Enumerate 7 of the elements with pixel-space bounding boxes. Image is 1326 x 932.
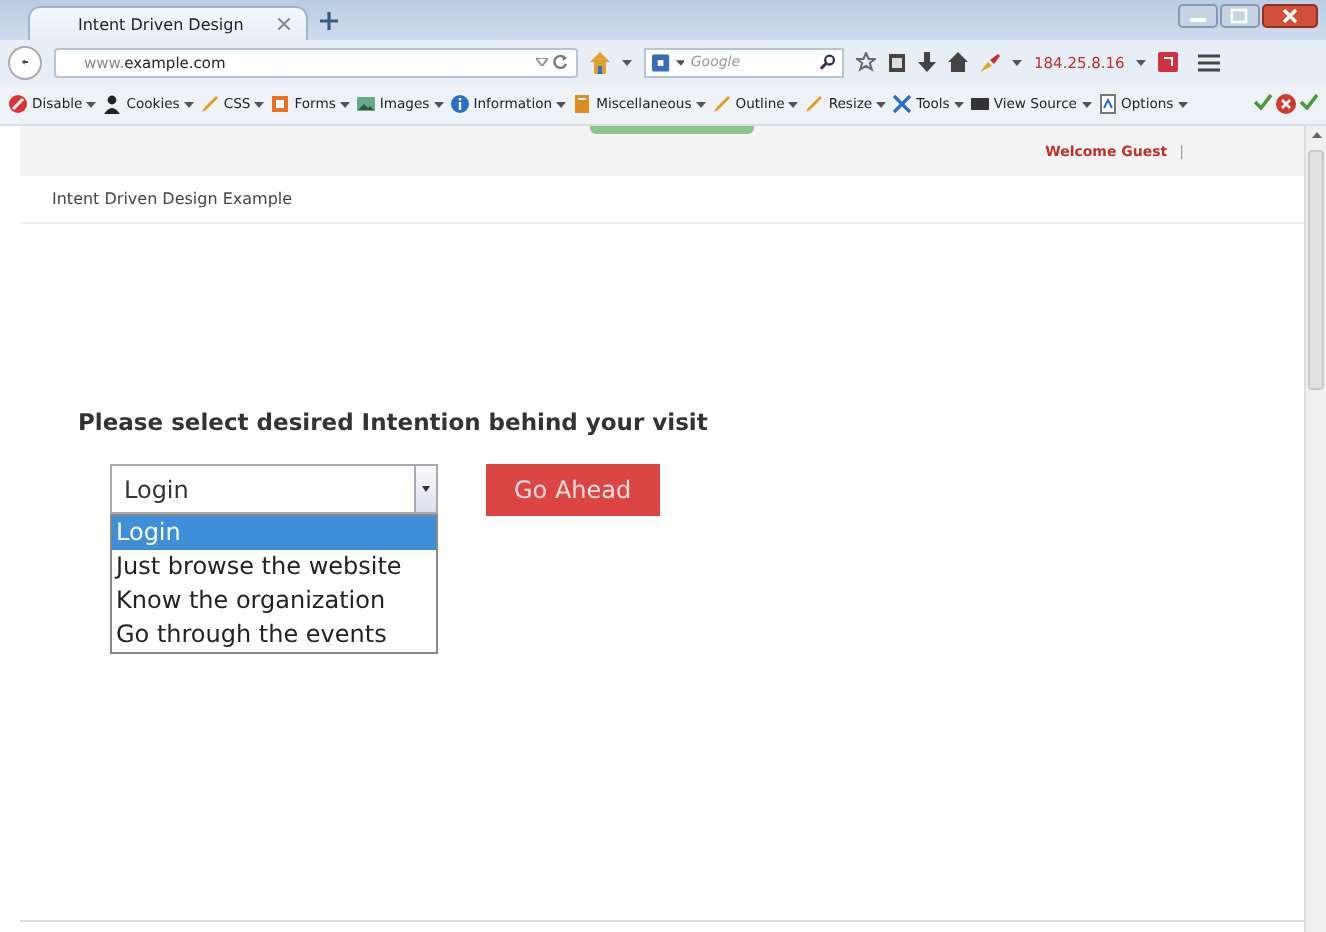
dropdown-option[interactable]: Just browse the website <box>112 550 436 584</box>
prompt-text: Please select desired Intention behind your visit <box>78 408 710 436</box>
browser-tab[interactable]: Intent Driven Design <box>28 6 308 40</box>
dropdown-option[interactable]: Go through the events <box>112 618 436 652</box>
dropdown-option[interactable]: Know the organization <box>112 584 436 618</box>
page-title: Intent Driven Design Example <box>20 176 1304 224</box>
intention-select[interactable]: Login <box>110 464 438 514</box>
